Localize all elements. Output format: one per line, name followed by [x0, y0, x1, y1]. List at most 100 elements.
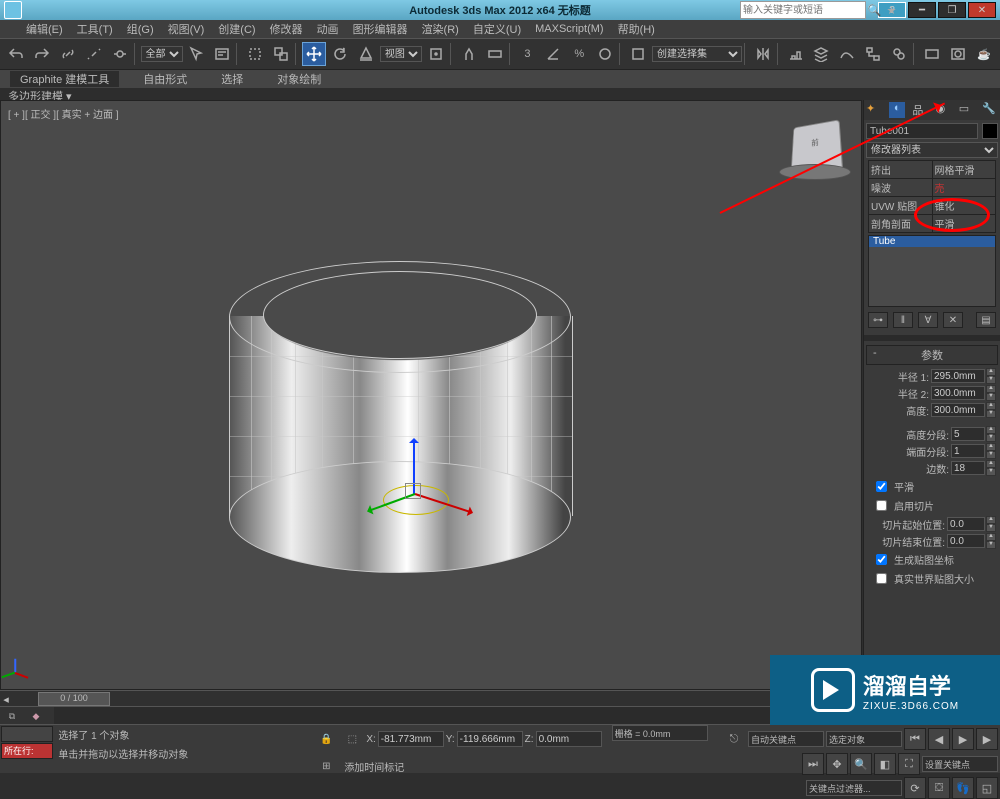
select-name-icon[interactable] [210, 42, 234, 66]
autokey-button[interactable]: 自动关键点 [748, 731, 824, 747]
show-end-icon[interactable]: ǁ [893, 312, 913, 328]
mirror-icon[interactable] [751, 42, 775, 66]
named-sel-dropdown[interactable]: 创建选择集 [652, 46, 742, 62]
setkey-button[interactable]: 设置关键点 [922, 756, 998, 772]
spinner-snap-icon[interactable] [593, 42, 617, 66]
spin-up[interactable]: ▲ [986, 460, 996, 468]
gen-mapcoords-checkbox[interactable] [876, 554, 887, 565]
object-color-swatch[interactable] [982, 123, 998, 139]
tab-modify-icon[interactable]: ◐ [889, 102, 905, 118]
bind-icon[interactable] [108, 42, 132, 66]
viewport-label[interactable]: [ + ][ 正交 ][ 真实 + 边面 ] [8, 106, 119, 121]
spin-up[interactable]: ▲ [986, 402, 996, 410]
maximize-button[interactable]: ❐ [938, 2, 966, 18]
link-icon[interactable] [56, 42, 80, 66]
maxscript-mini-1[interactable] [1, 726, 53, 742]
menu-view[interactable]: 视图(V) [162, 21, 211, 37]
sides-field[interactable] [951, 461, 985, 475]
menu-maxscript[interactable]: MAXScript(M) [529, 23, 609, 35]
material-editor-icon[interactable] [887, 42, 911, 66]
select-icon[interactable] [185, 42, 209, 66]
render-frame-icon[interactable] [946, 42, 970, 66]
fov-icon[interactable]: ◧ [874, 753, 896, 775]
slice-to-field[interactable] [947, 534, 985, 548]
search-input[interactable] [740, 1, 866, 19]
spin-down[interactable]: ▼ [986, 434, 996, 442]
render-setup-icon[interactable] [920, 42, 944, 66]
walk-icon[interactable]: 👣 [952, 777, 974, 799]
goto-end-icon[interactable]: ⏭ [802, 753, 824, 775]
set-key-red-button[interactable]: 所在行: [1, 743, 53, 759]
mod-meshsmooth[interactable]: 网格平滑 [932, 161, 996, 179]
tab-display-icon[interactable]: ▭ [959, 102, 975, 118]
zoom-icon[interactable]: 🔍 [850, 753, 872, 775]
rollout-params[interactable]: 参数 [866, 345, 998, 365]
star-icon[interactable]: ★ [883, 0, 900, 22]
coord-z-field[interactable] [536, 731, 602, 747]
menu-render[interactable]: 渲染(R) [416, 21, 465, 37]
window-crossing-icon[interactable] [269, 42, 293, 66]
tab-paint[interactable]: 对象绘制 [267, 71, 331, 87]
spin-up[interactable]: ▲ [986, 368, 996, 376]
mod-smooth[interactable]: 平滑 [932, 215, 996, 233]
keyfilter-selset[interactable]: 选定对象 [826, 731, 902, 747]
move-icon[interactable] [302, 42, 326, 66]
keyfilter-button[interactable]: 关键点过滤器... [806, 780, 902, 796]
mod-uvwmap[interactable]: UVW 贴图 [869, 197, 933, 215]
menu-grapheditors[interactable]: 图形编辑器 [347, 21, 414, 37]
redo-icon[interactable] [30, 42, 54, 66]
orbit-icon[interactable]: ⟳ [904, 777, 926, 799]
stack-item-tube[interactable]: Tube [869, 236, 995, 247]
spin-up[interactable]: ▲ [986, 426, 996, 434]
spin-down[interactable]: ▼ [986, 468, 996, 476]
tab-create-icon[interactable]: ✦ [866, 102, 882, 118]
viewport[interactable]: 前 [0, 100, 862, 690]
coord-x-field[interactable] [378, 731, 444, 747]
radius1-field[interactable] [931, 369, 985, 383]
modifier-stack[interactable]: Tube [868, 235, 996, 307]
scale-icon[interactable] [354, 42, 378, 66]
remove-mod-icon[interactable]: ✕ [943, 312, 963, 328]
spin-up[interactable]: ▲ [986, 385, 996, 393]
mod-extrude[interactable]: 挤出 [869, 161, 933, 179]
spin-down[interactable]: ▼ [986, 376, 996, 384]
slice-from-field[interactable] [947, 517, 985, 531]
time-slider[interactable]: ◂ 0 / 100 [0, 690, 860, 707]
mod-noise[interactable]: 噪波 [869, 179, 933, 197]
min-max-icon[interactable]: ◱ [976, 777, 998, 799]
move-gizmo[interactable] [395, 489, 475, 569]
prev-frame-icon[interactable]: ◀ [928, 728, 950, 750]
selection-filter[interactable]: 全部 [141, 46, 183, 62]
keymode-icon[interactable] [483, 42, 507, 66]
pan-icon[interactable]: ✥ [826, 753, 848, 775]
schematic-icon[interactable] [861, 42, 885, 66]
rotate-icon[interactable] [328, 42, 352, 66]
tab-graphite[interactable]: Graphite 建模工具 [10, 71, 119, 87]
manipulate-icon[interactable] [457, 42, 481, 66]
mod-shell[interactable]: 売 [932, 179, 996, 197]
spin-down[interactable]: ▼ [986, 451, 996, 459]
make-unique-icon[interactable]: ∀ [918, 312, 938, 328]
lock-icon[interactable]: 🔒 [314, 727, 338, 751]
abs-rel-icon[interactable]: ⬚ [340, 727, 364, 751]
realworld-checkbox[interactable] [876, 573, 887, 584]
named-sel-icon[interactable] [626, 42, 650, 66]
curve-editor-icon[interactable] [835, 42, 859, 66]
modifier-list-dropdown[interactable]: 修改器列表 [866, 142, 998, 158]
undo-icon[interactable] [4, 42, 28, 66]
unlink-icon[interactable] [82, 42, 106, 66]
play-icon[interactable]: ▶ [952, 728, 974, 750]
height-segs-field[interactable] [951, 427, 985, 441]
menu-create[interactable]: 创建(C) [212, 21, 261, 37]
mod-taper[interactable]: 锥化 [932, 197, 996, 215]
percent-snap-icon[interactable]: % [567, 42, 591, 66]
zoom-extents-icon[interactable]: ⛶ [898, 753, 920, 775]
menu-help[interactable]: 帮助(H) [612, 21, 661, 37]
menu-tools[interactable]: 工具(T) [71, 21, 119, 37]
radius2-field[interactable] [931, 386, 985, 400]
smooth-checkbox[interactable] [876, 481, 887, 492]
pin-stack-icon[interactable]: ⊶ [868, 312, 888, 328]
pivot-icon[interactable] [424, 42, 448, 66]
rect-select-icon[interactable] [243, 42, 267, 66]
menu-group[interactable]: 组(G) [121, 21, 160, 37]
